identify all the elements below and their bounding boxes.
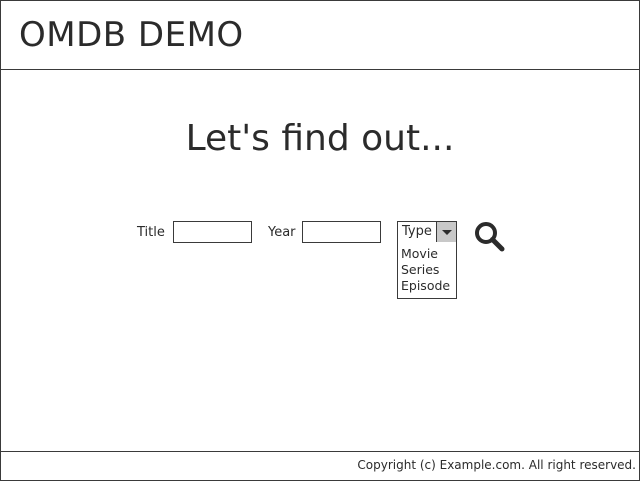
copyright-text: Copyright (c) Example.com. All right res…: [357, 458, 636, 472]
footer: Copyright (c) Example.com. All right res…: [1, 451, 639, 481]
page-heading: Let's find out...: [185, 118, 455, 159]
title-label: Title: [137, 225, 165, 240]
app-title: OMDB DEMO: [19, 15, 244, 55]
chevron-down-icon[interactable]: [436, 222, 456, 242]
dropdown-option-movie[interactable]: Movie: [401, 246, 438, 262]
type-select[interactable]: Type: [397, 221, 457, 243]
app-window: OMDB DEMO Let's find out... Title Year T…: [0, 0, 640, 481]
search-icon[interactable]: [473, 220, 505, 252]
header: OMDB DEMO: [1, 1, 639, 70]
type-dropdown-list: Movie Series Episode: [397, 242, 457, 299]
type-select-value: Type: [402, 224, 432, 239]
year-input[interactable]: [302, 221, 381, 243]
year-label: Year: [268, 225, 296, 240]
dropdown-option-episode[interactable]: Episode: [401, 278, 450, 294]
dropdown-option-series[interactable]: Series: [401, 262, 439, 278]
title-input[interactable]: [173, 221, 252, 243]
